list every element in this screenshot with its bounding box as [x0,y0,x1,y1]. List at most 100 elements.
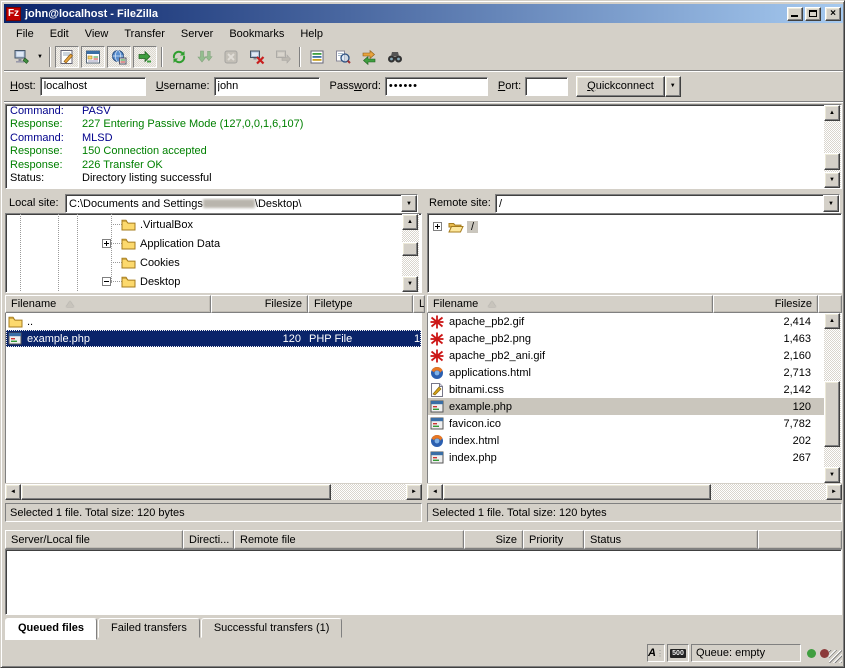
close-button[interactable]: × [825,7,841,21]
scroll-up-button[interactable]: ▲ [402,214,418,230]
tree-item--virtualbox[interactable]: .VirtualBox [102,215,193,234]
filename-text: bitnami.css [449,384,504,396]
scroll-right-button[interactable]: ► [826,484,842,500]
log-line-type: Response: [10,159,82,172]
queue-column-server-local-file[interactable]: Server/Local file [5,530,183,549]
site-manager-button[interactable] [9,46,33,68]
file-row-bitnami-css[interactable]: bitnami.css2,142 [428,381,841,398]
log-line: Command:PASV [6,105,841,118]
menu-transfer[interactable]: Transfer [116,26,173,42]
port-input[interactable] [525,77,568,96]
scroll-thumb[interactable] [824,153,840,170]
synchronized-browsing-button[interactable] [357,46,381,68]
file-row-favicon-ico[interactable]: favicon.ico7,782 [428,415,841,432]
toggle-transfer-queue-button[interactable] [133,46,157,68]
tab-successful-transfers-1-[interactable]: Successful transfers (1) [201,618,343,638]
resize-grip[interactable] [829,650,842,663]
column-header-Filename[interactable]: Filename [5,295,211,313]
process-queue-button[interactable] [193,46,217,68]
menu-edit[interactable]: Edit [42,26,77,42]
expand-icon[interactable] [102,239,111,248]
scroll-up-button[interactable]: ▲ [824,313,840,329]
scroll-right-button[interactable]: ► [406,484,422,500]
combo-dropdown-icon[interactable]: ▼ [823,195,839,212]
filename-text: apache_pb2.gif [449,316,524,328]
host-input[interactable] [40,77,146,96]
username-input[interactable] [214,77,320,96]
tab-queued-files[interactable]: Queued files [5,618,97,640]
scroll-thumb[interactable] [824,381,840,447]
quickconnect-dropdown[interactable]: ▼ [665,76,681,97]
filter-button[interactable] [305,46,329,68]
local-site-combo[interactable]: C:\Documents and Settings\Desktop\ ▼ [65,194,418,213]
tree-item-desktop[interactable]: Desktop [102,272,180,291]
toggle-remote-tree-button[interactable] [107,46,131,68]
css-file-icon [430,382,446,397]
filter-icon [309,49,325,65]
file-row-apache-pb2-gif[interactable]: apache_pb2.gif2,414 [428,313,841,330]
refresh-button[interactable] [167,46,191,68]
file-row--[interactable]: .. [6,313,421,330]
scroll-thumb[interactable] [21,484,331,500]
maximize-button[interactable] [805,7,821,21]
filetype-cell [309,313,414,330]
file-row-example-php[interactable]: example.php120 [428,398,841,415]
scroll-left-button[interactable]: ◄ [427,484,443,500]
queue-column-status[interactable]: Status [584,530,758,549]
file-row-index-html[interactable]: index.html202 [428,432,841,449]
disconnect-button[interactable] [245,46,269,68]
directory-comparison-button[interactable] [331,46,355,68]
scroll-thumb[interactable] [443,484,711,500]
tab-failed-transfers[interactable]: Failed transfers [98,618,200,638]
menu-help[interactable]: Help [292,26,331,42]
column-header-L[interactable]: L [413,295,425,313]
file-row-apache-pb2-png[interactable]: apache_pb2.png1,463 [428,330,841,347]
column-header-Filesize[interactable]: Filesize [713,295,818,313]
column-header-blank[interactable] [818,295,842,313]
column-header-Filesize[interactable]: Filesize [211,295,308,313]
site-manager-dropdown[interactable]: ▼ [34,46,46,68]
find-files-button[interactable] [383,46,407,68]
scroll-left-button[interactable]: ◄ [5,484,21,500]
menu-view[interactable]: View [77,26,117,42]
minimize-icon [791,15,798,17]
column-header-Filetype[interactable]: Filetype [308,295,413,313]
tree-item-cookies[interactable]: Cookies [102,253,180,272]
cancel-button[interactable] [219,46,243,68]
menu-bookmarks[interactable]: Bookmarks [221,26,292,42]
menu-server[interactable]: Server [173,26,221,42]
expand-icon[interactable] [433,222,442,231]
password-input[interactable] [385,77,488,96]
column-header-Filename[interactable]: Filename [427,295,713,313]
queue-column-size[interactable]: Size [464,530,523,549]
collapse-icon[interactable] [102,277,111,286]
file-row-index-php[interactable]: index.php267 [428,449,841,466]
file-row-apache-pb2-ani-gif[interactable]: apache_pb2_ani.gif2,160 [428,347,841,364]
queue-column-blank[interactable] [758,530,842,549]
scroll-thumb[interactable] [402,242,418,256]
quickconnect-button[interactable]: Quickconnect [576,76,665,97]
scroll-down-button[interactable]: ▼ [824,467,840,483]
remote-site-combo[interactable]: / ▼ [495,194,840,213]
queue-column-directi-[interactable]: Directi... [183,530,234,549]
toggle-local-tree-button[interactable] [81,46,105,68]
queue-column-priority[interactable]: Priority [523,530,584,549]
remote-site-label: Remote site: [429,194,491,212]
tree-item-label: Application Data [140,238,220,250]
queue-column-remote-file[interactable]: Remote file [234,530,464,549]
reconnect-button[interactable] [271,46,295,68]
file-row-example-php[interactable]: example.php120PHP File1 [6,330,421,347]
tree-item-application-data[interactable]: Application Data [102,234,220,253]
cell-text: 2,160 [783,350,811,362]
toggle-message-log-button[interactable] [55,46,79,68]
scroll-down-button[interactable]: ▼ [824,172,840,188]
tree-item-root[interactable]: / [433,217,478,236]
scroll-down-button[interactable]: ▼ [402,276,418,292]
log-line-text: 150 Connection accepted [82,145,207,158]
menu-file[interactable]: File [8,26,42,42]
file-row-applications-html[interactable]: applications.html2,713 [428,364,841,381]
combo-dropdown-icon[interactable]: ▼ [401,195,417,212]
folder-icon [121,236,137,251]
scroll-up-button[interactable]: ▲ [824,105,840,121]
minimize-button[interactable] [787,7,803,21]
